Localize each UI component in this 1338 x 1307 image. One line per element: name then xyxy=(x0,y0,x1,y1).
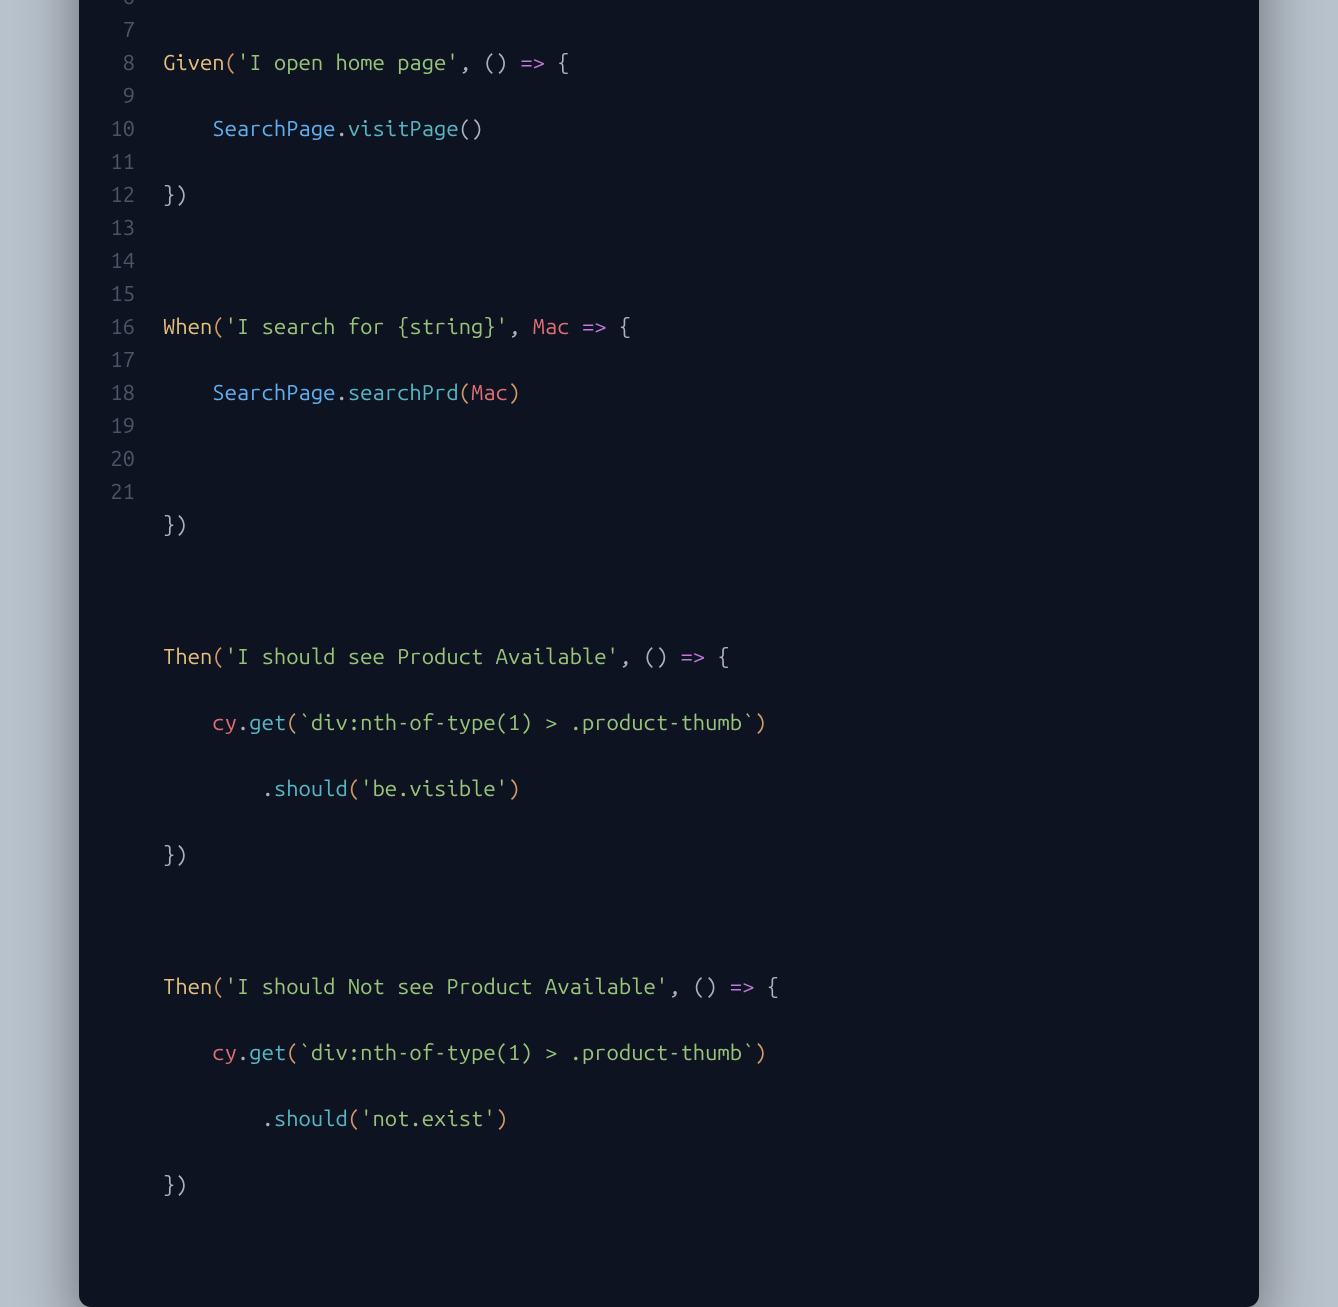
line-number: 12 xyxy=(107,178,135,211)
code-line xyxy=(163,244,1038,277)
line-number: 19 xyxy=(107,409,135,442)
code-window: 123456789101112131415161718192021 import… xyxy=(79,0,1259,1307)
code-line: Given('I open home page', () => { xyxy=(163,46,1038,79)
line-number: 9 xyxy=(107,79,135,112)
line-number: 20 xyxy=(107,442,135,475)
line-number: 16 xyxy=(107,310,135,343)
line-number: 6 xyxy=(107,0,135,13)
line-number: 10 xyxy=(107,112,135,145)
line-number: 14 xyxy=(107,244,135,277)
code-line: cy.get(`div:nth-of-type(1) > .product-th… xyxy=(163,1036,1038,1069)
code-line: .should('be.visible') xyxy=(163,772,1038,805)
code-line: }) xyxy=(163,508,1038,541)
code-line: Then('I should see Product Available', (… xyxy=(163,640,1038,673)
line-number: 8 xyxy=(107,46,135,79)
line-number: 15 xyxy=(107,277,135,310)
code-line: SearchPage.visitPage() xyxy=(163,112,1038,145)
code-line: }) xyxy=(163,178,1038,211)
code-line: When('I search for {string}', Mac => { xyxy=(163,310,1038,343)
line-number: 11 xyxy=(107,145,135,178)
line-number: 18 xyxy=(107,376,135,409)
code-line: Then('I should Not see Product Available… xyxy=(163,970,1038,1003)
code-editor[interactable]: 123456789101112131415161718192021 import… xyxy=(107,0,1231,1267)
code-line xyxy=(163,574,1038,607)
code-line xyxy=(163,0,1038,13)
code-line: SearchPage.searchPrd(Mac) xyxy=(163,376,1038,409)
line-number: 7 xyxy=(107,13,135,46)
code-line: cy.get(`div:nth-of-type(1) > .product-th… xyxy=(163,706,1038,739)
line-number: 17 xyxy=(107,343,135,376)
line-number: 13 xyxy=(107,211,135,244)
code-line: }) xyxy=(163,1168,1038,1201)
code-line xyxy=(163,904,1038,937)
code-line: .should('not.exist') xyxy=(163,1102,1038,1135)
code-line: }) xyxy=(163,838,1038,871)
line-number: 21 xyxy=(107,475,135,508)
code-line xyxy=(163,442,1038,475)
line-number-gutter: 123456789101112131415161718192021 xyxy=(107,0,163,1267)
code-content: import { Given, When, Then } from "cypre… xyxy=(163,0,1038,1267)
